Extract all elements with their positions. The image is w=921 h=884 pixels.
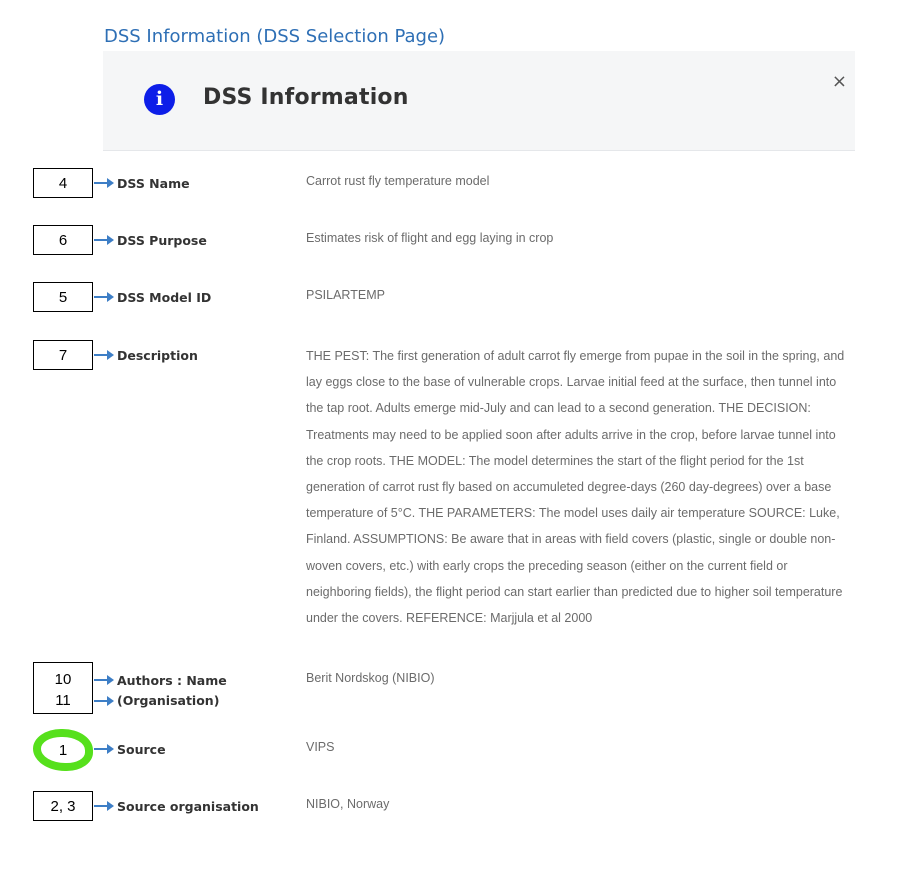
source-label: Source [117, 742, 166, 757]
description-label: Description [117, 348, 198, 363]
annotation-box: 10 11 [33, 662, 93, 714]
highlight-circle: 1 [33, 729, 93, 771]
arrow-icon [94, 292, 114, 302]
arrow-icon [94, 350, 114, 360]
modal-header: i DSS Information × [103, 51, 855, 151]
source-organisation-label: Source organisation [117, 799, 259, 814]
info-icon: i [144, 84, 175, 115]
modal-title: DSS Information [203, 85, 409, 110]
arrow-icon [94, 696, 114, 706]
page-caption: DSS Information (DSS Selection Page) [104, 26, 446, 47]
annotation-box: 2, 3 [33, 791, 93, 821]
dss-model-id-label: DSS Model ID [117, 290, 212, 305]
arrow-icon [94, 178, 114, 188]
dss-purpose-label: DSS Purpose [117, 233, 207, 248]
description-value: THE PEST: The first generation of adult … [306, 349, 845, 626]
source-organisation-value: NIBIO, Norway [306, 797, 390, 811]
annotation-number: 10 [54, 671, 72, 688]
authors-org-label: (Organisation) [117, 693, 220, 708]
annotation-number: 1 [58, 742, 68, 759]
source-value: VIPS [306, 740, 335, 754]
dss-model-id-value: PSILARTEMP [306, 288, 385, 302]
arrow-icon [94, 744, 114, 754]
dss-purpose-value: Estimates risk of flight and egg laying … [306, 231, 554, 245]
authors-label: Authors : Name [117, 673, 227, 688]
close-icon[interactable]: × [832, 71, 847, 92]
annotation-number: 11 [55, 692, 71, 709]
arrow-icon [94, 235, 114, 245]
annotation-box: 6 [33, 225, 93, 255]
annotation-box: 7 [33, 340, 93, 370]
annotation-box: 5 [33, 282, 93, 312]
arrow-icon [94, 675, 114, 685]
authors-value: Berit Nordskog (NIBIO) [306, 671, 435, 685]
dss-name-label: DSS Name [117, 176, 190, 191]
arrow-icon [94, 801, 114, 811]
dss-name-value: Carrot rust fly temperature model [306, 174, 490, 188]
annotation-box: 4 [33, 168, 93, 198]
